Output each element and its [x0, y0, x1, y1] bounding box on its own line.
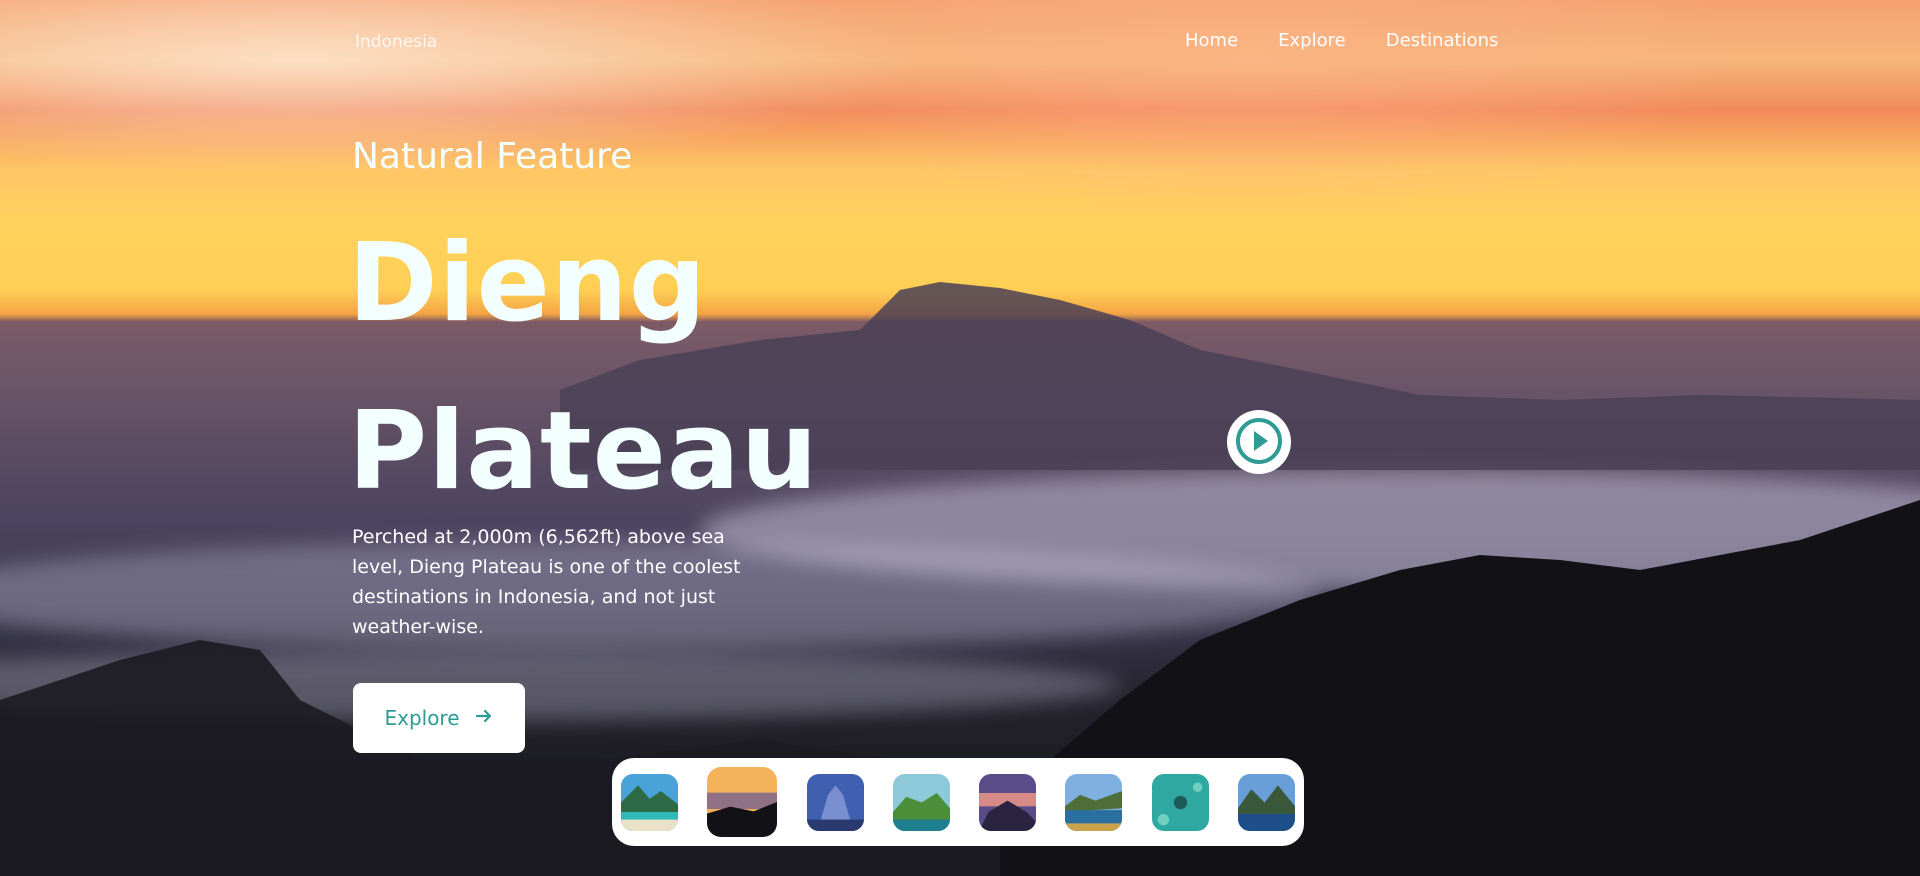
explore-button[interactable]: Explore: [353, 683, 525, 753]
hero-section: Indonesia Home Explore Destinations Natu…: [0, 0, 1920, 876]
mountain-silhouette: [0, 282, 1920, 876]
hero-description: Perched at 2,000m (6,562ft) above sea le…: [352, 526, 741, 638]
thumbnail-green-island[interactable]: [892, 773, 950, 831]
thumbnail-temple[interactable]: [806, 773, 864, 831]
thumbnail-dieng-sunset[interactable]: [707, 767, 778, 837]
hero-title-line2: Plateau: [348, 389, 819, 514]
hero-eyebrow: Natural Feature: [352, 136, 633, 177]
arrow-right-icon: [474, 706, 494, 731]
destination-thumbnail-strip: [612, 758, 1304, 846]
thumbnail-beach-lagoon[interactable]: [621, 773, 678, 831]
play-video-button[interactable]: [1227, 410, 1291, 474]
play-circle-icon: [1234, 416, 1284, 469]
hero-title: Dieng Plateau: [348, 200, 819, 536]
nav-link-home[interactable]: Home: [1185, 30, 1238, 51]
explore-button-label: Explore: [384, 706, 460, 730]
thumbnail-volcano-dusk[interactable]: [979, 773, 1037, 831]
thumbnail-mountain-lake[interactable]: [1237, 773, 1295, 831]
brand-logo-text[interactable]: Indonesia: [355, 32, 437, 52]
nav-link-explore[interactable]: Explore: [1278, 30, 1346, 51]
thumbnail-reef-diver[interactable]: [1151, 773, 1209, 831]
thumbnail-lake[interactable]: [1065, 773, 1123, 831]
hero-title-line1: Dieng: [348, 221, 708, 346]
main-nav: Home Explore Destinations: [1185, 30, 1498, 51]
nav-link-destinations[interactable]: Destinations: [1386, 30, 1499, 51]
